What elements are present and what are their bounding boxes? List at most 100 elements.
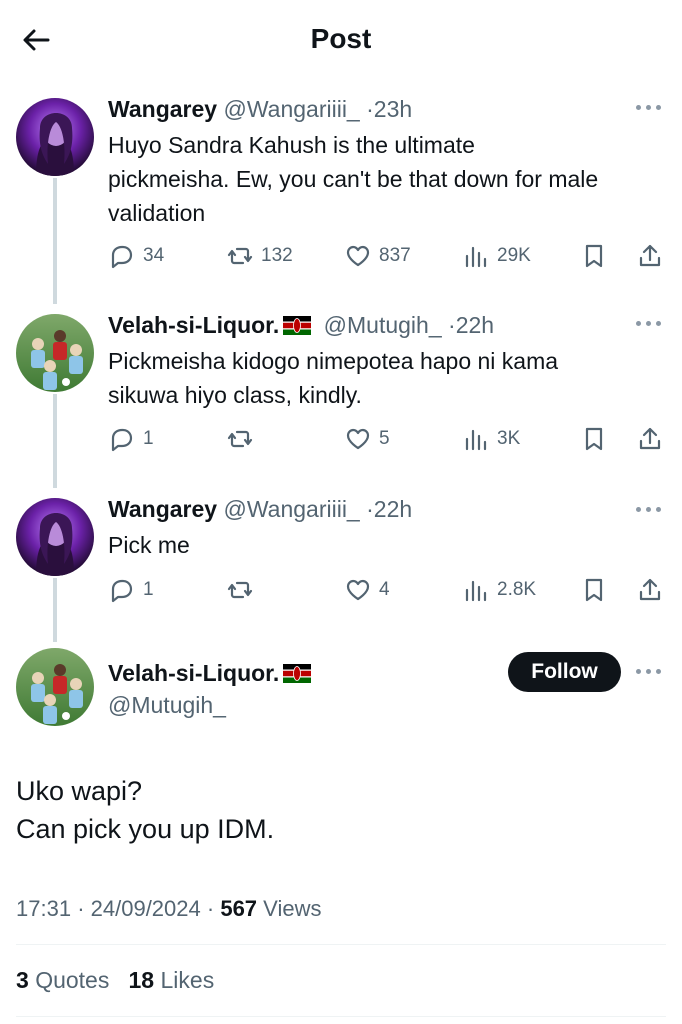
more-options-icon[interactable] [636,504,664,516]
top-bar: Post [0,0,682,78]
separator-dot: · [77,896,85,921]
like-button[interactable]: 837 [344,241,411,271]
reply-count: 34 [143,245,165,266]
thread-connector [53,578,57,642]
thread-connector [53,178,57,304]
bookmark-button[interactable] [580,424,608,454]
author-handle-row: @Mutugih_ [108,690,226,720]
retweet-icon [227,581,253,599]
author-name-row: Velah-si-Liquor. [108,658,317,688]
separator-dot: · [366,496,374,522]
separator-dot: · [448,312,456,338]
tweet-text-line: sikuwa hiyo class, kindly. [108,382,362,408]
tweet-meta: Wangarey @Wangariiii_ ·23h [108,94,412,124]
bookmark-icon [585,578,603,602]
reply-button[interactable]: 1 [108,424,154,454]
views-count: 567 [220,896,258,921]
reply-icon [111,245,133,269]
reply-icon [111,579,133,603]
user-avatar[interactable] [16,498,94,576]
retweet-button[interactable]: 132 [226,241,293,271]
share-button[interactable] [636,241,664,271]
user-avatar[interactable] [16,314,94,392]
heart-icon [346,245,370,267]
likes-label: Likes [160,967,215,993]
tweet-text-line: Pick me [108,532,190,558]
user-avatar[interactable] [16,648,94,726]
post-text-line: Uko wapi? [16,776,143,806]
like-button[interactable]: 5 [344,424,390,454]
user-handle[interactable]: @Mutugih_ [108,692,226,718]
view-count: 29K [497,245,531,266]
views-label: Views [263,896,322,921]
reply-count: 1 [143,579,154,600]
share-icon [639,427,661,450]
bookmark-icon [585,244,603,268]
share-button[interactable] [636,424,664,454]
views-chart-icon [465,429,487,451]
more-options-icon[interactable] [636,318,664,330]
bookmark-button[interactable] [580,241,608,271]
action-bar: 1 4 2.8K [108,575,668,605]
views-button[interactable]: 29K [462,241,531,271]
retweet-button[interactable] [226,575,254,605]
reply-button[interactable]: 34 [108,241,164,271]
bookmark-button[interactable] [580,575,608,605]
tweet-time[interactable]: 22h [374,496,412,522]
action-bar: 1 5 3K [108,424,668,454]
bookmark-icon [585,427,603,451]
tweet-time[interactable]: 22h [456,312,494,338]
display-name[interactable]: Wangarey [108,496,217,522]
user-handle[interactable]: @Mutugih_ [324,312,442,338]
like-count: 4 [379,579,390,600]
tweet-meta: Velah-si-Liquor. @Mutugih_ ·22h [108,310,494,340]
follow-button[interactable]: Follow [508,652,621,692]
share-button[interactable] [636,575,664,605]
tweet-text: Huyo Sandra Kahush is the ultimate pickm… [108,128,668,230]
tweet-text: Pickmeisha kidogo nimepotea hapo ni kama… [108,344,668,412]
reply-count: 1 [143,428,154,449]
tweet-time[interactable]: 23h [374,96,412,122]
separator-dot: · [206,896,215,921]
page-title: Post [310,23,372,54]
heart-icon [346,428,370,450]
post-timestamp: 17:31 · 24/09/2024 · 567 Views [16,894,321,924]
share-icon [639,244,661,267]
user-avatar[interactable] [16,98,94,176]
heart-icon [346,579,370,601]
views-chart-icon [465,246,487,268]
tweet-text: Pick me [108,528,668,562]
post-date[interactable]: 24/09/2024 [91,896,201,921]
tweet-text-line: Pickmeisha kidogo nimepotea hapo ni kama [108,348,559,374]
like-button[interactable]: 4 [344,575,390,605]
user-handle[interactable]: @Wangariiii_ [223,496,359,522]
likes-link[interactable]: 18 Likes [129,967,215,993]
likes-count: 18 [128,967,155,993]
post-text-line: Can pick you up IDM. [16,814,275,844]
quotes-label: Quotes [35,967,110,993]
divider [16,944,666,945]
retweet-button[interactable] [226,424,254,454]
retweet-icon [227,430,253,448]
more-options-icon[interactable] [636,666,664,678]
post-time[interactable]: 17:31 [16,896,71,921]
retweet-count: 132 [261,245,293,266]
tweet-meta: Wangarey @Wangariiii_ ·22h [108,494,412,524]
kenya-flag-icon [283,664,312,683]
views-button[interactable]: 2.8K [462,575,536,605]
reply-button[interactable]: 1 [108,575,154,605]
display-name[interactable]: Wangarey [108,96,217,122]
action-bar: 34 132 837 29K [108,241,668,271]
display-name[interactable]: Velah-si-Liquor. [108,312,279,338]
share-icon [639,578,661,601]
display-name[interactable]: Velah-si-Liquor. [108,660,279,686]
reply-icon [111,428,133,452]
tweet-text-line: pickmeisha. Ew, you can't be that down f… [108,166,599,192]
user-handle[interactable]: @Wangariiii_ [223,96,359,122]
more-options-icon[interactable] [636,102,664,114]
quotes-link[interactable]: 3 Quotes [16,967,109,993]
views-button[interactable]: 3K [462,424,520,454]
separator-dot: · [366,96,374,122]
view-count: 3K [497,428,521,449]
kenya-flag-icon [283,316,312,335]
